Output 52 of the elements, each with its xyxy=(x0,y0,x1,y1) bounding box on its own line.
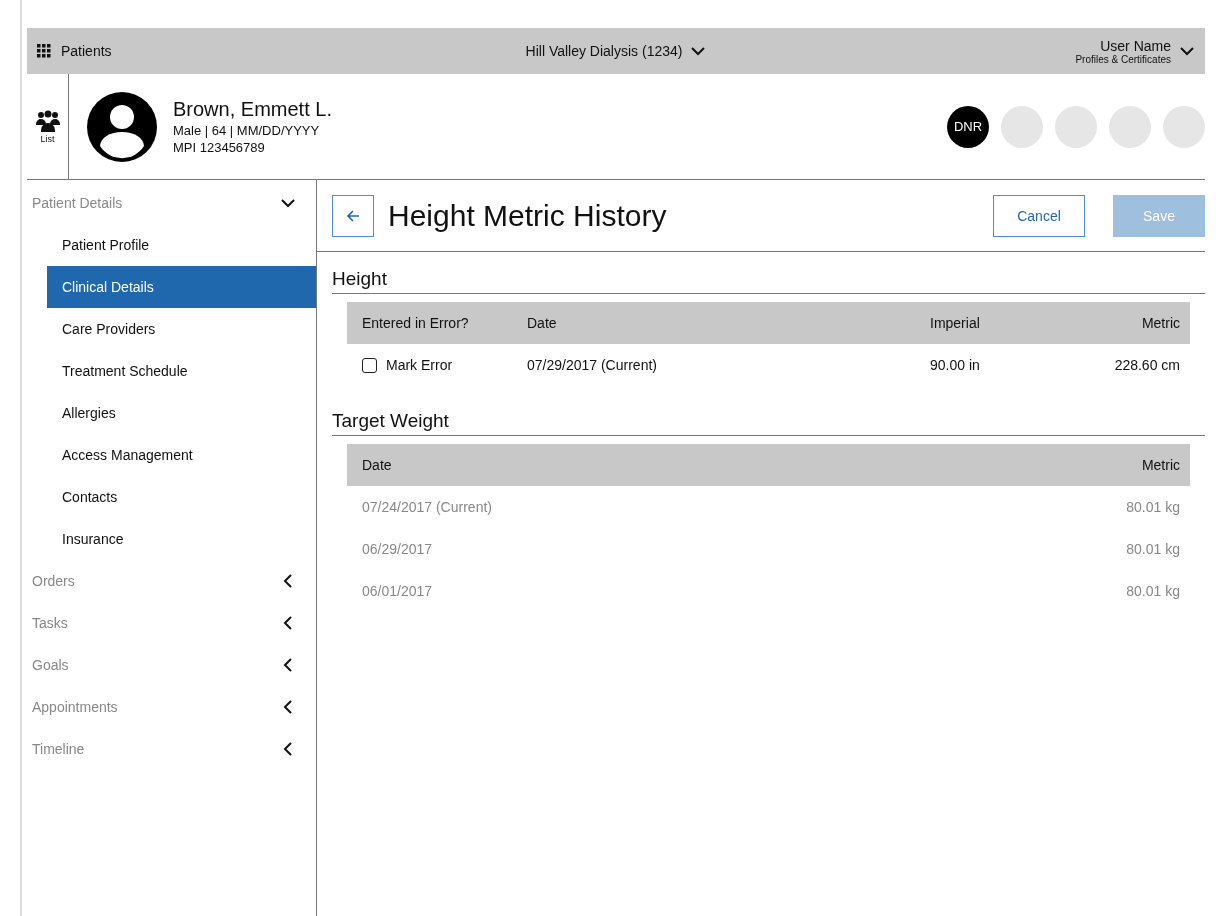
sidebar-item[interactable]: Allergies xyxy=(47,392,316,434)
sidebar-section[interactable]: Appointments xyxy=(27,686,316,728)
column-header: Imperial xyxy=(930,315,981,331)
table-cell-text: 07/24/2017 (Current) xyxy=(362,499,493,515)
table-cell-text: 80.01 kg xyxy=(1125,541,1180,557)
section-title: Target Weight xyxy=(332,410,1205,436)
column-header: Date xyxy=(527,315,558,331)
table-cell-text: 80.01 kg xyxy=(1125,583,1180,599)
apps-grid-icon[interactable] xyxy=(37,44,51,58)
sidebar-item[interactable]: Contacts xyxy=(47,476,316,518)
patient-demographics: Male | 64 | MM/DD/YYYY xyxy=(173,123,321,138)
facility-selector[interactable]: Hill Valley Dialysis (1234) xyxy=(525,43,683,59)
sidebar-item[interactable]: Clinical Details xyxy=(47,266,316,308)
sidebar-section[interactable]: Timeline xyxy=(27,728,316,770)
sidebar-item[interactable]: Insurance xyxy=(47,518,316,560)
empty-status-badge xyxy=(1001,105,1043,148)
user-name[interactable]: User Name xyxy=(1100,37,1171,54)
column-header: Date xyxy=(362,457,393,473)
list-label: List xyxy=(40,133,55,144)
sidebar-section[interactable]: Tasks xyxy=(27,602,316,644)
action-button[interactable]: Cancel xyxy=(993,194,1085,237)
back-button[interactable] xyxy=(332,194,374,237)
sidebar-item[interactable]: Treatment Schedule xyxy=(47,350,316,392)
patient-mpi: MPI 123456789 xyxy=(173,140,266,155)
sidebar-section[interactable]: Patient Details xyxy=(27,182,316,224)
arrow-left-icon[interactable] xyxy=(346,208,360,223)
sidebar-item[interactable]: Access Management xyxy=(47,434,316,476)
table-cell-text: 06/01/2017 xyxy=(362,583,434,599)
table-cell-text: 06/29/2017 xyxy=(362,541,434,557)
avatar-icon xyxy=(87,91,157,162)
sidebar-item[interactable]: Care Providers xyxy=(47,308,316,350)
empty-status-badge xyxy=(1163,105,1205,148)
sidebar-section[interactable]: Orders xyxy=(27,560,316,602)
column-header: Entered in Error? xyxy=(362,315,470,331)
sidebar-item[interactable]: Patient Profile xyxy=(47,224,316,266)
column-header: Metric xyxy=(1140,315,1180,331)
table-cell-text: 07/29/2017 (Current) xyxy=(527,357,658,373)
sidebar-section[interactable]: Goals xyxy=(27,644,316,686)
empty-status-badge xyxy=(1055,105,1097,148)
table-cell-text: 90.00 in xyxy=(930,357,981,373)
page-title: Height Metric History xyxy=(388,198,668,233)
status-badge: DNR xyxy=(947,105,989,148)
patient-name: Brown, Emmett L. xyxy=(173,98,332,121)
mark-error-checkbox[interactable]: Mark Error xyxy=(362,357,527,373)
column-header: Metric xyxy=(1140,457,1180,473)
table-cell-text: 80.01 kg xyxy=(1125,499,1180,515)
app-title: Patients xyxy=(61,43,112,59)
section-title: Height xyxy=(332,268,1205,294)
empty-status-badge xyxy=(1109,105,1151,148)
user-subtitle: Profiles & Certificates xyxy=(1075,53,1171,65)
people-icon[interactable] xyxy=(35,109,60,132)
table-cell-text: 228.60 cm xyxy=(1113,357,1180,373)
